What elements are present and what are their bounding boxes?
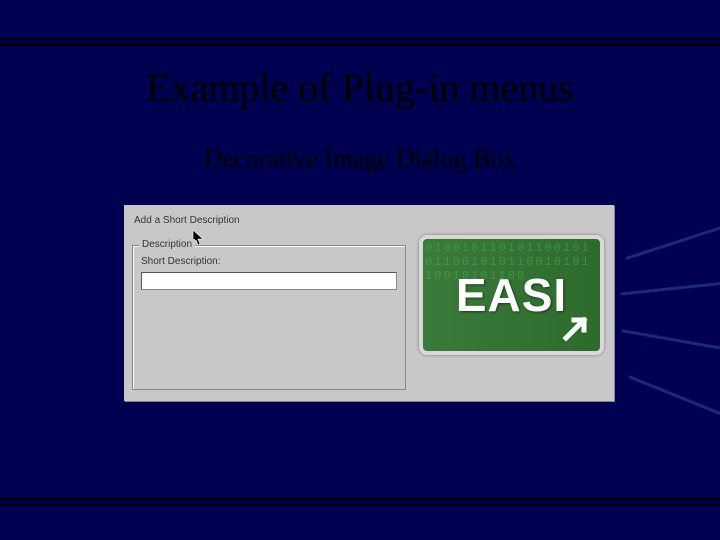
divider-top-1 [0,38,720,40]
short-description-label: Short Description: [141,256,220,267]
slide-title: Example of Plug-in menus [0,64,720,111]
group-label: Description [139,239,195,250]
short-description-input[interactable] [141,272,397,290]
divider-top-2 [0,44,720,46]
slide-subtitle: Decorative Image Dialog Box [0,144,720,174]
description-group: Description Short Description: [132,245,406,390]
dialog-box: Add a Short Description Description Shor… [124,205,614,401]
dialog-header-text: Add a Short Description [134,215,240,226]
easi-logo: 0100101101011001010110010101100101011001… [419,235,604,355]
arrow-up-right-icon [562,312,592,347]
divider-bottom-1 [0,498,720,500]
divider-bottom-2 [0,504,720,506]
logo-text: EASI [456,268,567,322]
decorative-rays [660,200,720,450]
